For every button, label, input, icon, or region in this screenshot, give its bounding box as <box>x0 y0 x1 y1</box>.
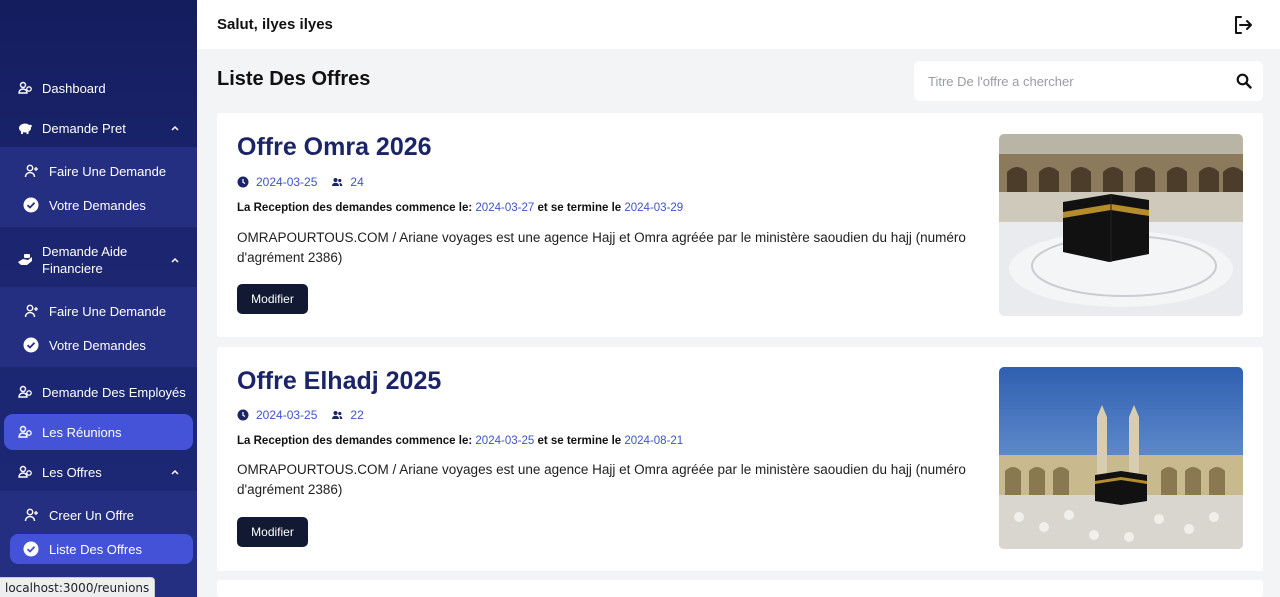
search-input[interactable] <box>914 61 1224 101</box>
offer-card: Offre Elhadj 2025 2024-03-25 22 La Recep… <box>217 347 1263 571</box>
offer-count: 24 <box>350 175 364 189</box>
submenu-demande-pret: Faire Une Demande Votre Demandes <box>0 147 197 227</box>
page-title: Liste Des Offres <box>217 68 371 90</box>
sidebar-item-aide-votre-demandes[interactable]: Votre Demandes <box>10 330 193 360</box>
sidebar-item-reunions[interactable]: Les Réunions <box>0 423 197 441</box>
reception-middle: et se termine le <box>537 435 622 447</box>
search-icon[interactable] <box>1236 73 1252 89</box>
sidebar-item-label: Votre Demandes <box>49 197 146 213</box>
offer-image-mecca <box>999 367 1243 549</box>
sidebar-item-creer-offre[interactable]: Creer Un Offre <box>10 500 193 530</box>
sidebar-item-dashboard[interactable]: Dashboard <box>0 79 197 97</box>
offer-description: OMRAPOURTOUS.COM / Ariane voyages est un… <box>237 230 966 265</box>
reception-end-date: 2024-08-21 <box>624 435 684 447</box>
users-gear-icon <box>17 80 33 96</box>
reception-label: La Reception des demandes commence le: <box>237 435 473 447</box>
sidebar-item-label: Faire Une Demande <box>49 303 167 319</box>
clock-icon <box>237 176 249 188</box>
users-icon <box>332 411 343 419</box>
users-gear-icon <box>17 384 33 400</box>
offer-description: OMRAPOURTOUS.COM / Ariane voyages est un… <box>237 462 966 497</box>
sidebar-item-demande-pret[interactable]: Demande Pret <box>0 119 197 137</box>
offer-meta: 2024-03-25 24 <box>237 175 364 189</box>
offer-date: 2024-03-25 <box>256 175 318 189</box>
kaaba-photo <box>999 134 1243 316</box>
reception-start-date: 2024-03-27 <box>475 202 535 214</box>
sidebar-item-label-line1: Demande Aide <box>42 244 128 259</box>
reception-start-date: 2024-03-25 <box>475 435 535 447</box>
sidebar-item-offres[interactable]: Les Offres <box>0 463 197 481</box>
chevron-up-icon[interactable] <box>170 467 180 477</box>
users-gear-icon <box>17 424 33 440</box>
piggy-bank-icon <box>17 120 33 136</box>
sidebar-item-label: Votre Demandes <box>49 337 146 353</box>
reception-label: La Reception des demandes commence le: <box>237 202 473 214</box>
submenu-demande-aide: Faire Une Demande Votre Demandes <box>0 287 197 367</box>
user-plus-icon <box>23 303 39 319</box>
sidebar-item-label: Liste Des Offres <box>49 541 142 557</box>
status-bar-url: localhost:3000/reunions <box>0 577 156 597</box>
greeting: Salut, ilyes ilyes <box>217 16 333 33</box>
chevron-up-icon[interactable] <box>170 123 180 133</box>
chevron-up-icon[interactable] <box>170 255 180 265</box>
offer-card: Offre Omra 2026 2024-03-25 24 La Recepti… <box>217 113 1263 337</box>
sidebar-item-label: Creer Un Offre <box>49 507 135 523</box>
modify-button[interactable]: Modifier <box>237 517 308 547</box>
offer-title: Offre Omra 2026 <box>237 133 432 161</box>
sidebar: Dashboard Demande Pret Faire Une Demande… <box>0 0 197 597</box>
search-box <box>914 61 1263 101</box>
logout-icon[interactable] <box>1232 14 1254 36</box>
reception-middle: et se termine le <box>537 202 622 214</box>
sidebar-item-label: Dashboard <box>42 80 106 96</box>
sidebar-item-pret-votre-demandes[interactable]: Votre Demandes <box>10 190 193 220</box>
offer-meta: 2024-03-25 22 <box>237 408 364 422</box>
sidebar-item-employes[interactable]: Demande Des Employés <box>0 383 197 401</box>
sidebar-item-demande-aide[interactable]: Demande Aide Financiere <box>0 243 197 277</box>
clock-icon <box>237 409 249 421</box>
offer-title: Offre Elhadj 2025 <box>237 367 442 395</box>
reception-end-date: 2024-03-29 <box>624 202 684 214</box>
users-icon <box>332 178 343 186</box>
user-plus-icon <box>23 507 39 523</box>
topbar: Salut, ilyes ilyes <box>197 0 1280 49</box>
offer-reception: La Reception des demandes commence le: 2… <box>237 435 683 447</box>
offer-image-kaaba <box>999 134 1243 316</box>
modify-button[interactable]: Modifier <box>237 284 308 314</box>
check-circle-icon <box>23 541 39 557</box>
sidebar-item-label-line2: Financiere <box>42 261 103 276</box>
check-circle-icon <box>23 197 39 213</box>
offer-card-partial <box>217 580 1263 597</box>
offer-count: 22 <box>350 408 364 422</box>
sidebar-item-pret-faire-demande[interactable]: Faire Une Demande <box>10 156 193 186</box>
hand-money-icon <box>17 252 33 268</box>
user-plus-icon <box>23 163 39 179</box>
users-gear-icon <box>17 464 33 480</box>
offer-date: 2024-03-25 <box>256 408 318 422</box>
check-circle-icon <box>23 337 39 353</box>
sidebar-item-label: Demande Des Employés <box>42 384 186 400</box>
mecca-photo <box>999 367 1243 549</box>
sidebar-item-label: Faire Une Demande <box>49 163 167 179</box>
sidebar-item-label: Les Réunions <box>42 424 122 440</box>
offer-reception: La Reception des demandes commence le: 2… <box>237 202 683 214</box>
sidebar-item-liste-offres[interactable]: Liste Des Offres <box>10 534 193 564</box>
sidebar-item-aide-faire-demande[interactable]: Faire Une Demande <box>10 296 193 326</box>
sidebar-item-label: Demande Pret <box>42 120 126 136</box>
sidebar-item-label: Les Offres <box>42 464 102 480</box>
